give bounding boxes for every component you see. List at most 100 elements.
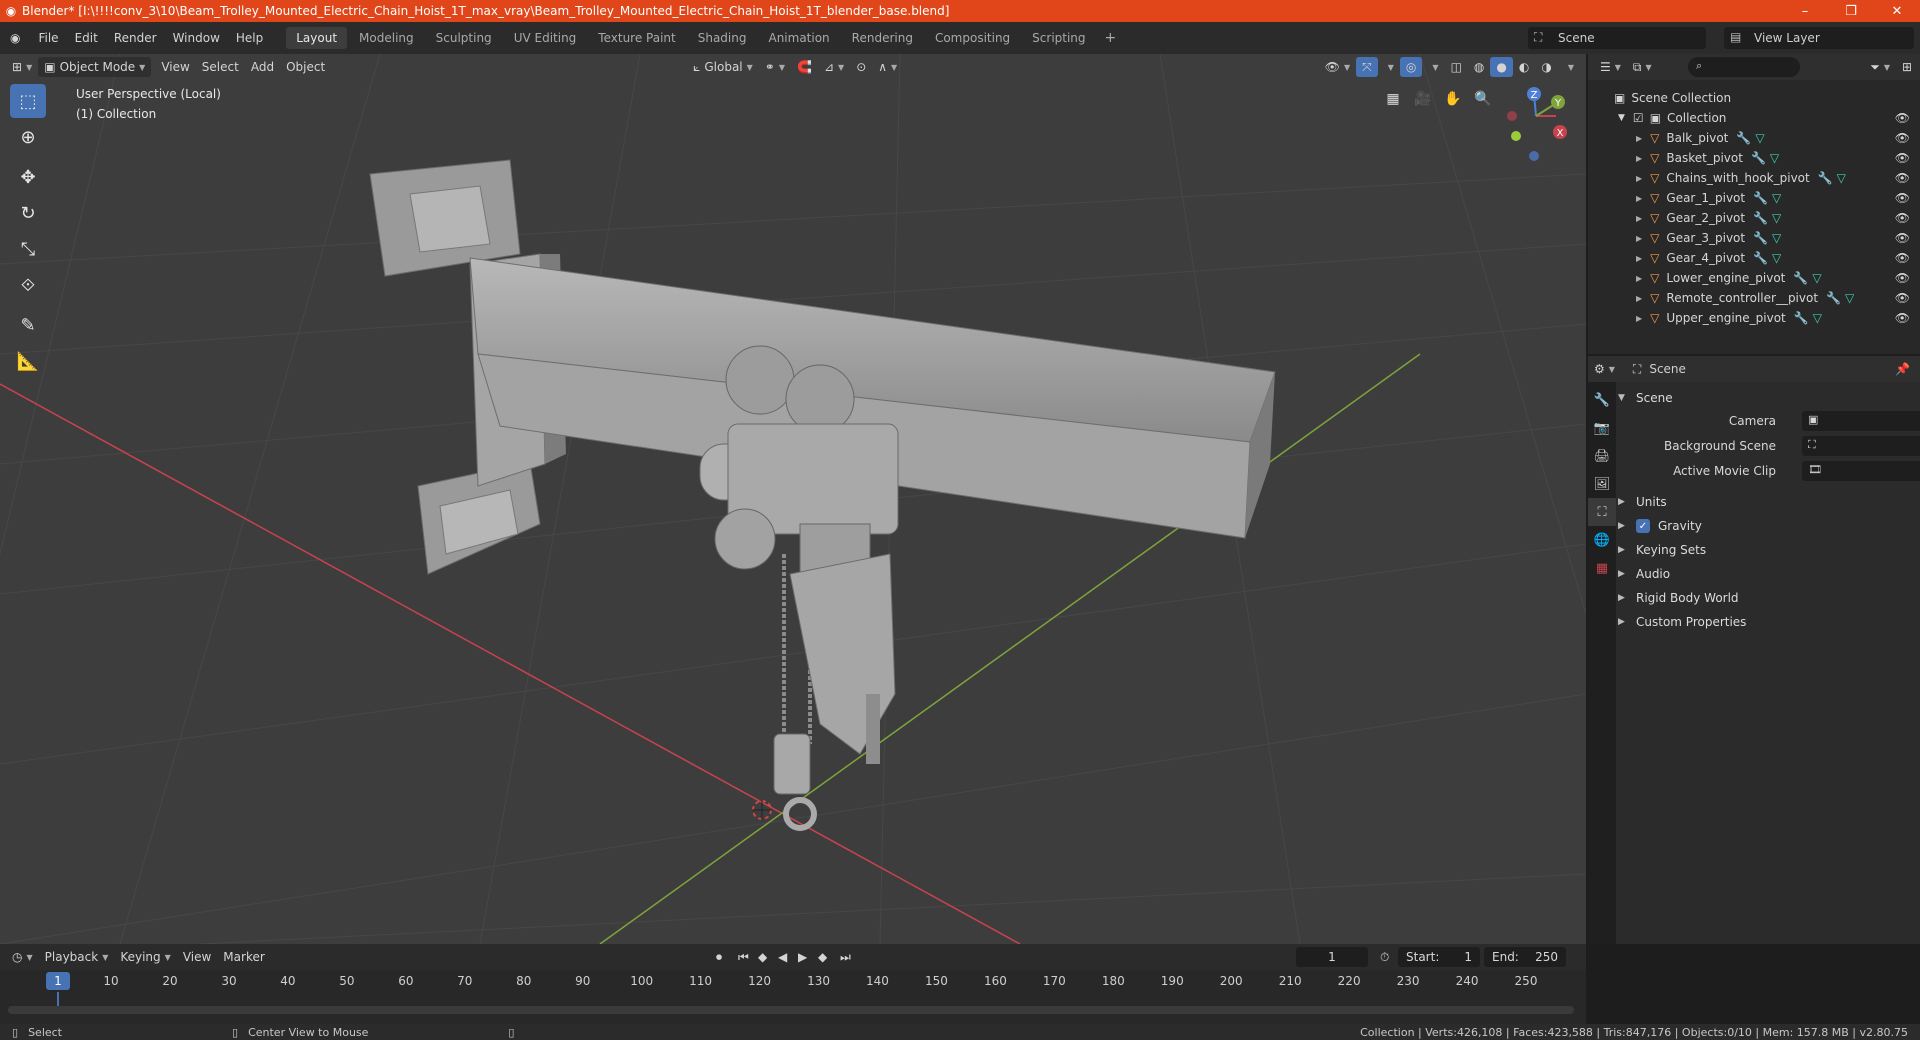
preview-range-icon[interactable]: ⏱ bbox=[1374, 947, 1395, 967]
eye-icon[interactable]: 👁 bbox=[1895, 231, 1910, 245]
overlay-toggle-icon[interactable]: ◎ bbox=[1399, 57, 1423, 77]
menu-playback[interactable]: Playback ▼ bbox=[39, 947, 115, 967]
jump-end-icon[interactable]: ⏭ bbox=[834, 947, 857, 967]
collection-checkbox[interactable]: ☑ bbox=[1633, 111, 1644, 125]
select-box-icon[interactable]: ⬚ bbox=[10, 84, 46, 118]
expand-arrow-icon[interactable]: ▶ bbox=[1636, 254, 1642, 263]
gizmo-toggle-icon[interactable]: ⤧ bbox=[1356, 57, 1378, 77]
menu-keying[interactable]: Keying ▼ bbox=[114, 947, 176, 967]
outliner-object-row[interactable]: ▶ ▽ Gear_4_pivot 🔧 ▽ 👁 bbox=[1588, 248, 1920, 268]
camera-view-icon[interactable]: 🎥 bbox=[1410, 86, 1436, 112]
falloff-button[interactable]: ∧ ▼ bbox=[872, 57, 903, 77]
view-layer-selector[interactable]: ▤ View Layer bbox=[1724, 27, 1914, 49]
mesh-data-icon[interactable]: ▽ bbox=[1812, 271, 1821, 285]
rendered-shading-icon[interactable]: ◑ bbox=[1535, 57, 1557, 77]
mesh-data-icon[interactable]: ▽ bbox=[1772, 191, 1781, 205]
units-panel[interactable]: ▶ Units bbox=[1618, 490, 1918, 514]
outliner-object-row[interactable]: ▶ ▽ Chains_with_hook_pivot 🔧 ▽ 👁 bbox=[1588, 168, 1920, 188]
menu-add[interactable]: Add bbox=[245, 57, 280, 77]
audio-panel[interactable]: ▶ Audio bbox=[1618, 562, 1918, 586]
menu-marker[interactable]: Marker bbox=[217, 947, 270, 967]
filter-icon[interactable]: ⏷ ▼ bbox=[1864, 57, 1896, 77]
eye-icon[interactable]: 👁 bbox=[1895, 191, 1910, 205]
outliner-editor-type-icon[interactable]: ☰ ▼ bbox=[1594, 57, 1627, 77]
mesh-data-icon[interactable]: ▽ bbox=[1813, 311, 1822, 325]
eye-icon[interactable]: 👁 bbox=[1895, 151, 1910, 165]
mesh-data-icon[interactable]: ▽ bbox=[1772, 211, 1781, 225]
record-icon[interactable]: ⏺ bbox=[710, 947, 728, 967]
toggle-camera-ortho-icon[interactable]: ▦ bbox=[1380, 86, 1406, 112]
scene-tab-icon[interactable]: ⛶ bbox=[1588, 498, 1616, 526]
current-frame-field[interactable]: 1 bbox=[1296, 947, 1368, 967]
tool-tab-icon[interactable]: 🔧 bbox=[1588, 386, 1616, 414]
eye-icon[interactable]: 👁 bbox=[1895, 211, 1910, 225]
new-collection-icon[interactable]: ⊞ bbox=[1896, 57, 1918, 77]
tab-modeling[interactable]: Modeling bbox=[349, 27, 424, 49]
output-tab-icon[interactable]: 🖨 bbox=[1588, 442, 1616, 470]
outliner-object-row[interactable]: ▶ ▽ Balk_pivot 🔧 ▽ 👁 bbox=[1588, 128, 1920, 148]
play-reverse-icon[interactable]: ◀ bbox=[772, 947, 793, 967]
gravity-checkbox[interactable]: ✓ bbox=[1636, 519, 1650, 533]
display-mode-icon[interactable]: ⧉ ▼ bbox=[1627, 57, 1658, 77]
active-movie-clip-field[interactable]: 🎞 bbox=[1802, 461, 1920, 481]
mesh-data-icon[interactable]: ▽ bbox=[1772, 251, 1781, 265]
expand-arrow-icon[interactable]: ▶ bbox=[1636, 134, 1642, 143]
menu-help[interactable]: Help bbox=[228, 22, 271, 54]
mesh-data-icon[interactable]: ▽ bbox=[1770, 151, 1779, 165]
rotate-icon[interactable]: ↻ bbox=[10, 196, 46, 230]
world-tab-icon[interactable]: 🌐 bbox=[1588, 526, 1616, 554]
playhead-frame[interactable]: 1 bbox=[46, 972, 70, 990]
annotate-icon[interactable]: ✎ bbox=[10, 308, 46, 342]
menu-select[interactable]: Select bbox=[196, 57, 245, 77]
expand-arrow-icon[interactable]: ▶ bbox=[1636, 154, 1642, 163]
editor-type-button[interactable]: ⊞ ▼ bbox=[6, 57, 38, 77]
material-shading-icon[interactable]: ◐ bbox=[1513, 57, 1535, 77]
tab-compositing[interactable]: Compositing bbox=[925, 27, 1020, 49]
expand-arrow-icon[interactable]: ▶ bbox=[1636, 314, 1642, 323]
collapse-icon[interactable]: ▼ bbox=[1618, 113, 1625, 123]
gravity-panel[interactable]: ▶ ✓ Gravity bbox=[1618, 514, 1918, 538]
background-scene-field[interactable]: ⛶ bbox=[1802, 436, 1920, 456]
expand-arrow-icon[interactable]: ▶ bbox=[1636, 194, 1642, 203]
menu-object[interactable]: Object bbox=[280, 57, 331, 77]
modifier-wrench-icon[interactable]: 🔧 bbox=[1826, 291, 1841, 305]
snap-icon[interactable]: 🧲 bbox=[791, 57, 818, 77]
snap-target-button[interactable]: ⊿ ▼ bbox=[818, 57, 850, 77]
tab-shading[interactable]: Shading bbox=[688, 27, 757, 49]
timeline-scrollbar[interactable] bbox=[8, 1006, 1574, 1014]
eye-icon[interactable]: 👁 bbox=[1895, 131, 1910, 145]
modifier-wrench-icon[interactable]: 🔧 bbox=[1751, 151, 1766, 165]
menu-file[interactable]: File bbox=[30, 22, 66, 54]
tab-scripting[interactable]: Scripting bbox=[1022, 27, 1095, 49]
shading-dropdown-button[interactable]: ▼ bbox=[1558, 57, 1580, 77]
timeline-editor-type-icon[interactable]: ◷ ▼ bbox=[6, 947, 39, 967]
outliner-search-input[interactable]: ⌕ bbox=[1688, 57, 1800, 77]
measure-icon[interactable]: 📐 bbox=[10, 344, 46, 378]
modifier-wrench-icon[interactable]: 🔧 bbox=[1793, 271, 1808, 285]
expand-arrow-icon[interactable]: ▶ bbox=[1636, 214, 1642, 223]
eye-icon[interactable]: 👁 bbox=[1895, 271, 1910, 285]
add-workspace-button[interactable]: + bbox=[1097, 30, 1125, 46]
expand-arrow-icon[interactable]: ▶ bbox=[1636, 274, 1642, 283]
end-frame-field[interactable]: End: 250 bbox=[1484, 947, 1566, 967]
transform-orientation-selector[interactable]: ⟀ Global ▼ bbox=[687, 57, 759, 77]
render-tab-icon[interactable]: 📷 bbox=[1588, 414, 1616, 442]
pivot-point-button[interactable]: ⚭ ▼ bbox=[759, 57, 791, 77]
outliner-object-row[interactable]: ▶ ▽ Remote_controller__pivot 🔧 ▽ 👁 bbox=[1588, 288, 1920, 308]
mesh-data-icon[interactable]: ▽ bbox=[1755, 131, 1764, 145]
menu-edit[interactable]: Edit bbox=[67, 22, 106, 54]
mesh-data-icon[interactable]: ▽ bbox=[1845, 291, 1854, 305]
minimize-button[interactable]: – bbox=[1782, 0, 1828, 22]
expand-arrow-icon[interactable]: ▶ bbox=[1636, 234, 1642, 243]
tab-layout[interactable]: Layout bbox=[286, 27, 348, 49]
mesh-data-icon[interactable]: ▽ bbox=[1772, 231, 1781, 245]
next-keyframe-icon[interactable]: ◆ bbox=[812, 947, 833, 967]
scene-panel-header[interactable]: ▼ Scene bbox=[1618, 386, 1918, 410]
custom-properties-panel[interactable]: ▶ Custom Properties bbox=[1618, 610, 1918, 634]
move-icon[interactable]: ✥ bbox=[10, 160, 46, 194]
menu-view[interactable]: View bbox=[155, 57, 195, 77]
eye-icon[interactable]: 👁 bbox=[1895, 291, 1910, 305]
properties-editor-type-icon[interactable]: ⚙ ▼ bbox=[1588, 359, 1621, 379]
timeline-ruler[interactable]: 1 10 20 30 40 50 60 70 80 90 100 110 120 130 140 150 16… bbox=[0, 970, 1586, 992]
wireframe-shading-icon[interactable]: ◍ bbox=[1468, 57, 1490, 77]
